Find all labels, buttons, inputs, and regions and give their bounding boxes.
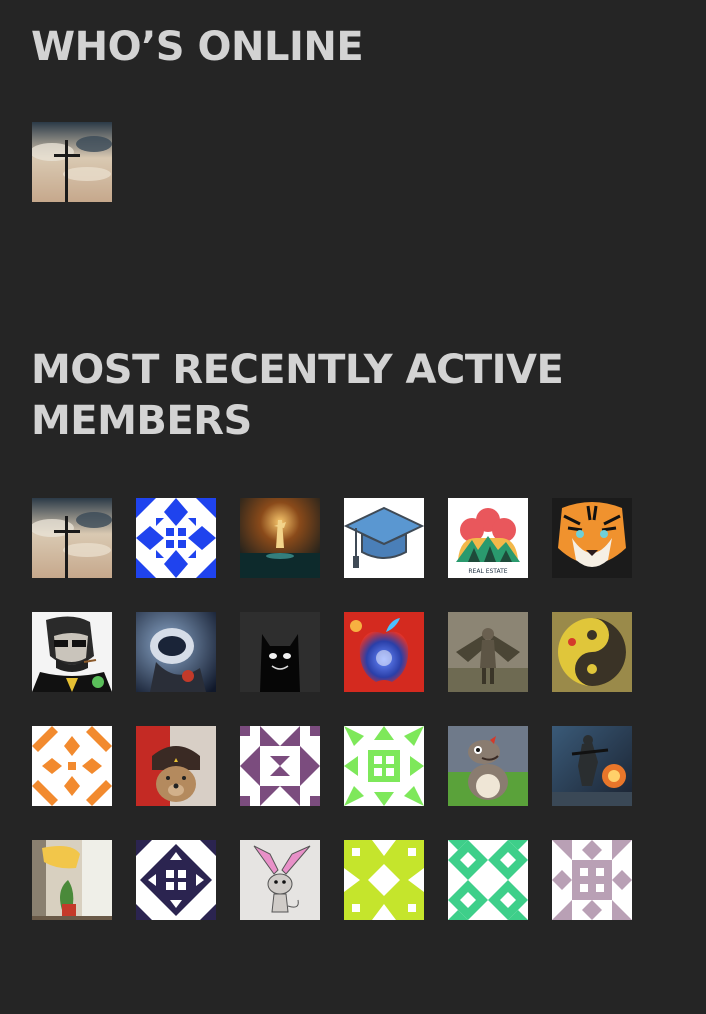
cosmic-apple-avatar [344,612,424,692]
tiger-avatar [552,498,632,578]
soldier-battlefield-avatar [552,726,632,806]
teal-pattern-avatar [448,840,528,920]
member-avatar-19[interactable] [32,840,112,920]
blue-pattern-avatar [136,498,216,578]
lincoln-sunglasses-avatar [32,612,112,692]
member-avatar-21[interactable] [240,840,320,920]
graduation-cap-avatar [344,498,424,578]
member-avatar-22[interactable] [344,840,424,920]
recently-active-heading: MOST RECENTLY ACTIVE MEMBERS [31,347,564,444]
member-avatar-13[interactable] [32,726,112,806]
member-avatar-11[interactable] [448,612,528,692]
member-avatar-17[interactable] [448,726,528,806]
purple-pattern-avatar [240,726,320,806]
winged-figure-avatar [448,612,528,692]
member-avatar-6[interactable] [552,498,632,578]
bunny-sketch-avatar [240,840,320,920]
navy-pattern-avatar [136,840,216,920]
online-member-avatar[interactable] [32,122,112,202]
member-avatar-2[interactable] [136,498,216,578]
cartoon-dinosaur-avatar [448,726,528,806]
whos-online-heading: WHO’S ONLINE [31,24,364,70]
member-avatar-18[interactable] [552,726,632,806]
member-avatar-1[interactable] [32,498,112,578]
member-avatar-7[interactable] [32,612,112,692]
cross-sky-avatar [32,498,112,578]
orange-pattern-avatar [32,726,112,806]
lime-pattern-avatar [344,840,424,920]
black-cat-avatar [240,612,320,692]
mauve-pattern-avatar [552,840,632,920]
real-estate-text: REAL ESTATE [468,568,507,575]
cross-sky-avatar [32,122,112,202]
member-avatar-8[interactable] [136,612,216,692]
member-avatar-15[interactable] [240,726,320,806]
real-estate-logo-avatar: REAL ESTATE [448,498,528,578]
member-avatar-14[interactable] [136,726,216,806]
member-avatar-23[interactable] [448,840,528,920]
member-avatar-9[interactable] [240,612,320,692]
member-avatar-4[interactable] [344,498,424,578]
plant-window-avatar [32,840,112,920]
green-pattern-avatar [344,726,424,806]
member-avatar-5[interactable]: REAL ESTATE [448,498,528,578]
member-avatar-20[interactable] [136,840,216,920]
bear-hat-avatar [136,726,216,806]
member-avatar-3[interactable] [240,498,320,578]
member-avatar-10[interactable] [344,612,424,692]
member-avatar-16[interactable] [344,726,424,806]
space-creature-avatar [136,612,216,692]
member-avatar-24[interactable] [552,840,632,920]
member-avatar-12[interactable] [552,612,632,692]
yin-yang-avatar [552,612,632,692]
glowing-figure-avatar [240,498,320,578]
